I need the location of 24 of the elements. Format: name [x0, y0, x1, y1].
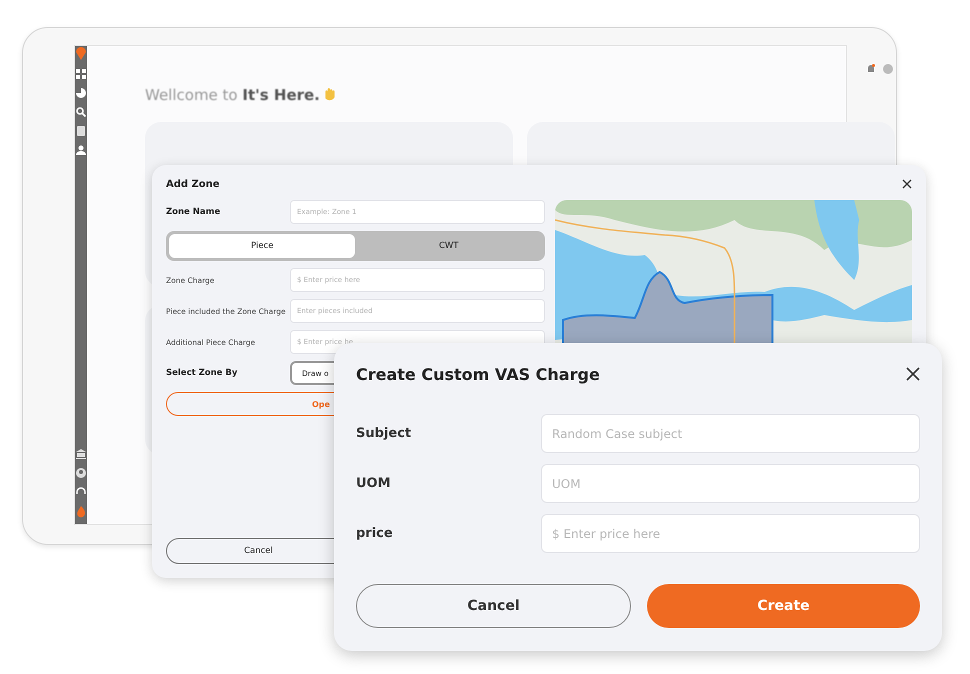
- field-label: price: [356, 526, 394, 541]
- welcome-heading: Wellcome to It's Here.: [145, 86, 320, 104]
- grid-icon[interactable]: [76, 69, 86, 79]
- cancel-button[interactable]: Cancel: [356, 584, 631, 628]
- close-icon[interactable]: [906, 367, 920, 381]
- input-field[interactable]: Random Case subject: [541, 414, 920, 453]
- profile-icon[interactable]: [76, 468, 86, 478]
- close-icon[interactable]: [902, 179, 912, 189]
- tab[interactable]: CWT: [355, 234, 542, 258]
- tab[interactable]: Piece: [169, 234, 356, 258]
- input-field[interactable]: $ Enter price here: [541, 514, 920, 553]
- search-icon[interactable]: [76, 107, 86, 117]
- field-label: Subject: [356, 426, 412, 441]
- dialog-title: Create Custom VAS Charge: [356, 364, 600, 384]
- dialog-title: Add Zone: [166, 178, 220, 190]
- chart-icon[interactable]: [76, 88, 86, 98]
- bell-icon[interactable]: [867, 64, 875, 74]
- field-label: UOM: [356, 476, 392, 491]
- field-label: Zone Name: [166, 207, 222, 217]
- field-label: Select Zone By: [166, 368, 238, 378]
- document-icon[interactable]: [76, 126, 86, 136]
- users-icon[interactable]: [76, 145, 86, 155]
- input-field[interactable]: UOM: [541, 464, 920, 503]
- bank-icon[interactable]: [76, 449, 86, 459]
